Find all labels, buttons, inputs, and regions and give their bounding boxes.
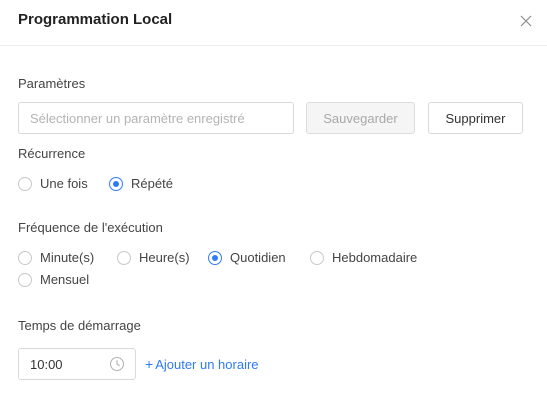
radio-mensuel[interactable]: Mensuel (18, 272, 89, 287)
frequency-label: Fréquence de l'exécution (18, 220, 163, 235)
radio-hebdomadaire[interactable]: Hebdomadaire (310, 250, 417, 265)
time-value[interactable]: 10:00 (30, 357, 109, 372)
save-button[interactable]: Sauvegarder (306, 102, 415, 134)
programmation-dialog: Programmation Local Paramètres Sauvegard… (0, 0, 547, 393)
radio-label: Heure(s) (139, 250, 190, 265)
radio-repete[interactable]: Répété (109, 176, 173, 191)
radio-minutes[interactable]: Minute(s) (18, 250, 94, 265)
radio-label: Minute(s) (40, 250, 95, 265)
add-schedule-link[interactable]: + Ajouter un horaire (145, 356, 259, 372)
params-label: Paramètres (18, 76, 86, 91)
time-picker[interactable]: 10:00 (18, 348, 136, 380)
delete-button[interactable]: Supprimer (428, 102, 523, 134)
radio-label: Mensuel (40, 272, 90, 287)
clock-icon (109, 356, 125, 372)
add-schedule-label[interactable]: Ajouter un horaire (155, 357, 258, 372)
radio-circle[interactable] (310, 250, 324, 265)
dialog-title: Programmation Local (18, 11, 173, 28)
radio-label: Hebdomadaire (332, 250, 418, 265)
radio-label: Répété (131, 176, 173, 191)
recurrence-label: Récurrence (18, 146, 86, 161)
params-select-input[interactable] (18, 102, 294, 134)
radio-quotidien[interactable]: Quotidien (208, 250, 286, 265)
radio-label: Une fois (40, 176, 88, 191)
plus-icon: + (145, 356, 154, 372)
radio-heures[interactable]: Heure(s) (117, 250, 190, 265)
radio-une-fois[interactable]: Une fois (18, 176, 88, 191)
radio-circle[interactable] (109, 176, 123, 191)
radio-circle[interactable] (18, 272, 32, 287)
radio-circle[interactable] (208, 250, 222, 265)
radio-label: Quotidien (230, 250, 286, 265)
radio-circle[interactable] (18, 250, 32, 265)
radio-circle[interactable] (18, 176, 32, 191)
start-time-label: Temps de démarrage (18, 318, 141, 333)
close-icon[interactable] (516, 11, 536, 31)
dialog-header: Programmation Local (0, 0, 547, 46)
radio-circle[interactable] (117, 250, 131, 265)
